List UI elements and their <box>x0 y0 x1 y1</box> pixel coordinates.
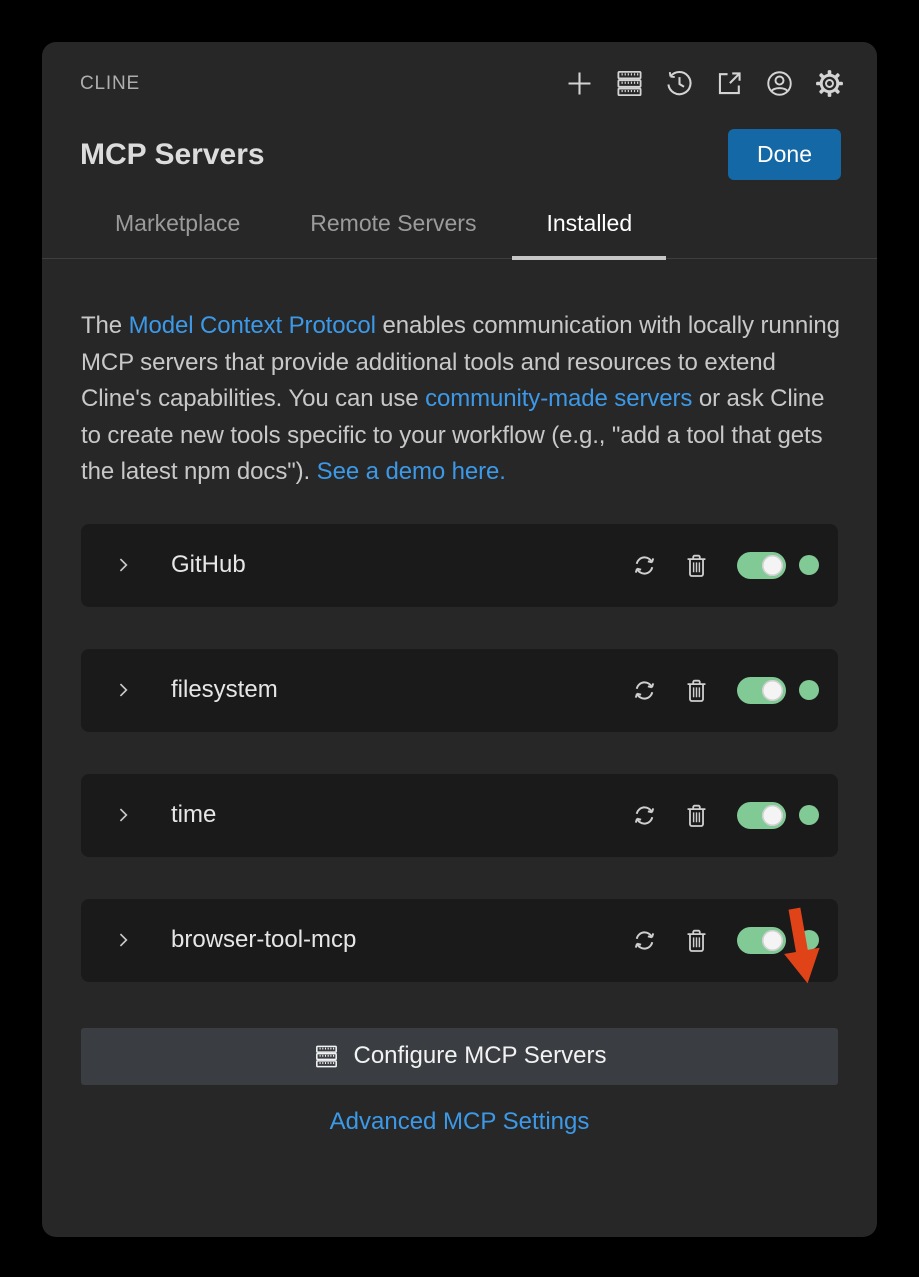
restart-server-icon[interactable] <box>630 676 659 705</box>
delete-server-trash-icon[interactable] <box>682 801 711 830</box>
tab-remote-servers[interactable]: Remote Servers <box>276 210 510 258</box>
cline-extension-panel: CLINE MCP Servers Done Marketplace Remot… <box>42 42 877 1237</box>
server-row-time: time <box>81 773 838 857</box>
restart-server-icon[interactable] <box>630 551 659 580</box>
configure-button-label: Configure MCP Servers <box>353 1042 607 1069</box>
configure-mcp-servers-button[interactable]: Configure MCP Servers <box>81 1027 838 1085</box>
desc-text: The <box>81 312 129 339</box>
restart-server-icon[interactable] <box>630 926 659 955</box>
server-status-dot <box>799 680 819 700</box>
server-row-actions <box>630 926 819 955</box>
app-title: CLINE <box>80 72 140 94</box>
delete-server-trash-icon[interactable] <box>682 676 711 705</box>
advanced-mcp-settings-link[interactable]: Advanced MCP Settings <box>81 1108 838 1136</box>
tab-bar: Marketplace Remote Servers Installed <box>42 210 877 260</box>
tab-marketplace[interactable]: Marketplace <box>81 210 274 258</box>
open-in-editor-icon[interactable] <box>714 68 745 99</box>
server-row-actions <box>630 551 819 580</box>
done-button[interactable]: Done <box>728 129 841 180</box>
page-header: MCP Servers Done <box>42 99 877 180</box>
server-status-dot <box>799 555 819 575</box>
server-status-dot <box>799 805 819 825</box>
server-name: time <box>171 801 217 828</box>
community-made-servers-link[interactable]: community-made servers <box>425 385 692 412</box>
titlebar-actions <box>564 68 845 99</box>
toggle-knob <box>762 929 783 951</box>
mcp-description: The Model Context Protocol enables commu… <box>81 308 841 491</box>
tab-installed[interactable]: Installed <box>512 210 666 260</box>
server-enabled-toggle[interactable] <box>737 926 786 954</box>
toggle-knob <box>762 804 783 826</box>
chevron-right-icon[interactable] <box>112 554 134 576</box>
installed-tab-content: The Model Context Protocol enables commu… <box>42 308 877 1136</box>
server-name: browser-tool-mcp <box>171 926 357 953</box>
server-row-filesystem: filesystem <box>81 648 838 732</box>
restart-server-icon[interactable] <box>630 801 659 830</box>
chevron-right-icon[interactable] <box>112 679 134 701</box>
delete-server-trash-icon[interactable] <box>682 551 711 580</box>
titlebar: CLINE <box>42 42 877 99</box>
toggle-knob <box>762 679 783 701</box>
toggle-knob <box>762 554 783 576</box>
server-enabled-toggle[interactable] <box>737 676 786 704</box>
account-icon[interactable] <box>764 68 795 99</box>
server-row-actions <box>630 801 819 830</box>
server-name: GitHub <box>171 551 246 578</box>
server-name: filesystem <box>171 676 278 703</box>
mcp-servers-icon <box>315 1045 337 1067</box>
server-enabled-toggle[interactable] <box>737 551 786 579</box>
mcp-servers-icon[interactable] <box>614 68 645 99</box>
see-demo-link[interactable]: See a demo here. <box>317 458 506 485</box>
chevron-right-icon[interactable] <box>112 929 134 951</box>
new-task-plus-icon[interactable] <box>564 68 595 99</box>
server-row-actions <box>630 676 819 705</box>
server-enabled-toggle[interactable] <box>737 801 786 829</box>
history-icon[interactable] <box>664 68 695 99</box>
server-row-browser-tool-mcp: browser-tool-mcp <box>81 898 838 982</box>
model-context-protocol-link[interactable]: Model Context Protocol <box>129 312 376 339</box>
server-row-github: GitHub <box>81 523 838 607</box>
chevron-right-icon[interactable] <box>112 804 134 826</box>
server-status-dot-highlighted <box>799 930 819 950</box>
delete-server-trash-icon[interactable] <box>682 926 711 955</box>
page-title: MCP Servers <box>80 137 265 171</box>
settings-gear-icon[interactable] <box>814 68 845 99</box>
